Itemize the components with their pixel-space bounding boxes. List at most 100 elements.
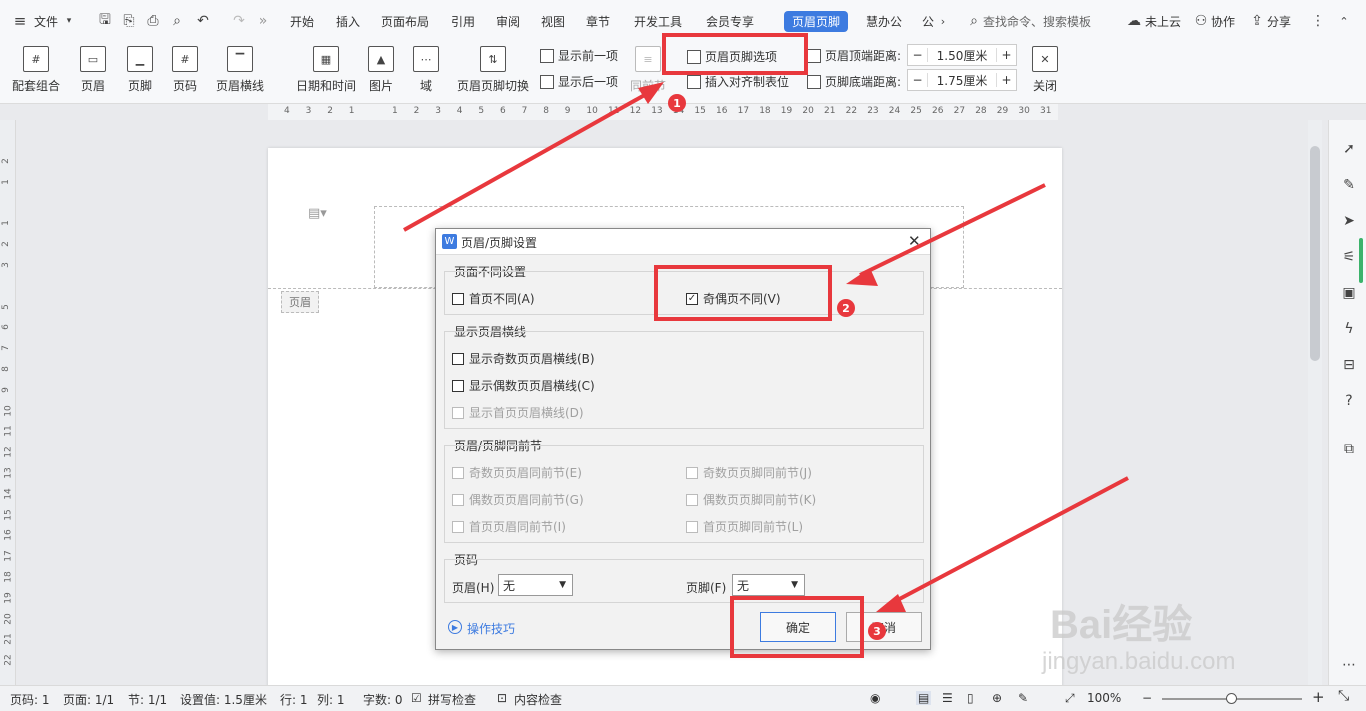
tips-link[interactable]: 操作技巧 [467, 620, 515, 637]
tab-more[interactable]: 公 [922, 13, 934, 30]
tab-review[interactable]: 审阅 [496, 13, 520, 30]
minus-icon[interactable]: − [908, 73, 928, 87]
tab-member[interactable]: 会员专享 [706, 13, 754, 30]
doc-options-icon[interactable]: ▤▾ [308, 206, 327, 221]
show-first-line-checkbox[interactable]: 显示首页页眉横线(D) [452, 404, 584, 421]
more-options-icon[interactable]: ⋮ [1310, 12, 1326, 30]
lightning-icon[interactable]: ϟ [1340, 320, 1358, 338]
tab-view[interactable]: 视图 [541, 13, 565, 30]
first-header-same-checkbox[interactable]: 首页页眉同前节(I) [452, 518, 566, 535]
tab-start[interactable]: 开始 [290, 13, 314, 30]
zoom-out-icon[interactable]: − [1142, 691, 1152, 705]
print-icon[interactable]: ⎙ [144, 12, 162, 30]
tab-huibangong[interactable]: 慧办公 [866, 13, 902, 30]
show-odd-line-checkbox[interactable]: 显示奇数页页眉横线(B) [452, 350, 595, 367]
show-prev-button[interactable]: 显示前一项 [540, 47, 618, 64]
hamburger-icon[interactable]: ≡ [12, 12, 28, 30]
close-hf-button[interactable]: ✕ 关闭 [1032, 46, 1058, 94]
outline-view-icon[interactable]: ☰ [942, 691, 953, 705]
close-icon[interactable]: ✕ [908, 232, 921, 250]
insert-tab-button[interactable]: 插入对齐制表位 [687, 73, 789, 90]
collapse-icon[interactable]: ⌃ [1336, 12, 1352, 30]
rocket-icon[interactable]: ➚ [1340, 140, 1358, 158]
minus-icon[interactable]: − [908, 48, 928, 62]
status-pagecode[interactable]: 页码: 1 [10, 691, 50, 708]
spell-check-button[interactable]: 拼写检查 [428, 691, 476, 708]
play-icon[interactable]: ▶ [448, 620, 462, 634]
status-setting[interactable]: 设置值: 1.5厘米 [180, 691, 267, 708]
book-icon[interactable]: ⊟ [1340, 356, 1358, 374]
page-view-icon[interactable]: ▤ [916, 691, 932, 705]
zoom-level[interactable]: 100% [1087, 691, 1121, 705]
web-view-icon[interactable]: ⊕ [992, 691, 1002, 705]
pen-icon[interactable]: ✎ [1340, 176, 1358, 194]
plus-icon[interactable]: + [996, 48, 1016, 62]
checkbox-box[interactable] [452, 406, 464, 419]
even-header-same-checkbox[interactable]: 偶数页页眉同前节(G) [452, 491, 584, 508]
show-next-button[interactable]: 显示后一项 [540, 73, 618, 90]
footer-pagenum-select[interactable]: 无 ▼ [732, 574, 805, 596]
checkbox-box[interactable] [452, 352, 464, 365]
first-footer-same-checkbox[interactable]: 首页页脚同前节(L) [686, 518, 803, 535]
zoom-slider[interactable] [1162, 693, 1302, 704]
share-button[interactable]: 分享 [1267, 13, 1291, 30]
scrollbar-thumb[interactable] [1310, 146, 1320, 361]
checkbox-box[interactable] [686, 520, 698, 533]
file-menu[interactable]: 文件 [34, 13, 58, 30]
checkbox-box[interactable] [452, 292, 464, 305]
status-section[interactable]: 节: 1/1 [128, 691, 167, 708]
undo-icon[interactable]: ↶ [194, 12, 212, 30]
eye-icon[interactable]: ◉ [870, 691, 880, 705]
tab-layout[interactable]: 页面布局 [381, 13, 429, 30]
header-button[interactable]: ▭ 页眉 [80, 46, 106, 94]
checkbox-box[interactable] [452, 493, 464, 506]
datetime-button[interactable]: ▦ 日期和时间 [296, 46, 356, 94]
checkbox-box[interactable] [686, 466, 698, 479]
write-icon[interactable]: ✎ [1018, 691, 1028, 705]
switch-button[interactable]: ⇅ 页眉页脚切换 [457, 46, 529, 94]
zoom-in-icon[interactable]: + [1312, 688, 1325, 706]
redo-icon[interactable]: ↷ [230, 12, 248, 30]
even-footer-same-checkbox[interactable]: 偶数页页脚同前节(K) [686, 491, 816, 508]
bottom-distance-stepper[interactable]: − 1.75厘米 + [907, 69, 1017, 91]
cursor-icon[interactable]: ➤ [1340, 212, 1358, 230]
print-preview-icon[interactable]: ⌕ [168, 12, 186, 30]
chevron-right-icon[interactable]: › [936, 12, 950, 30]
first-page-diff-checkbox[interactable]: 首页不同(A) [452, 290, 535, 307]
checkbox-box[interactable] [686, 493, 698, 506]
pagenum-button[interactable]: # 页码 [172, 46, 198, 94]
combo-button[interactable]: # 配套组合 [12, 46, 60, 94]
hline-button[interactable]: ▔ 页眉横线 [216, 46, 264, 94]
tab-reference[interactable]: 引用 [451, 13, 475, 30]
status-page[interactable]: 页面: 1/1 [63, 691, 114, 708]
footer-button[interactable]: ▁ 页脚 [127, 46, 153, 94]
show-even-line-checkbox[interactable]: 显示偶数页页眉横线(C) [452, 377, 595, 394]
content-check-button[interactable]: 内容检查 [514, 691, 562, 708]
reading-view-icon[interactable]: ▯ [967, 691, 974, 705]
top-distance-value[interactable]: 1.50厘米 [928, 47, 996, 64]
cloud-status[interactable]: 未上云 [1145, 13, 1181, 30]
search-input[interactable]: 查找命令、搜索模板 [983, 13, 1091, 30]
checkbox-box[interactable] [452, 379, 464, 392]
zoom-slider-thumb[interactable] [1226, 693, 1237, 704]
picture-button[interactable]: ▲ 图片 [368, 46, 394, 94]
odd-footer-same-checkbox[interactable]: 奇数页页脚同前节(J) [686, 464, 812, 481]
tab-developer[interactable]: 开发工具 [634, 13, 682, 30]
fullscreen-icon[interactable]: ⤡ [1338, 688, 1349, 704]
header-pagenum-select[interactable]: 无 ▼ [498, 574, 573, 596]
scroll-indicator[interactable] [1359, 238, 1363, 283]
tab-insert[interactable]: 插入 [336, 13, 360, 30]
tab-header-footer[interactable]: 页眉页脚 [784, 11, 849, 32]
tab-chapter[interactable]: 章节 [586, 13, 610, 30]
image-edit-icon[interactable]: ▣ [1340, 284, 1358, 302]
collab-button[interactable]: 协作 [1211, 13, 1235, 30]
help-icon[interactable]: ? [1340, 392, 1358, 410]
export-icon[interactable]: ⎘ [120, 12, 138, 30]
status-words[interactable]: 字数: 0 [363, 691, 403, 708]
checkbox-box[interactable] [452, 466, 464, 479]
more-icon[interactable]: » [256, 12, 270, 30]
content-check-icon[interactable]: ⊡ [497, 691, 507, 705]
bottom-distance-value[interactable]: 1.75厘米 [928, 72, 996, 89]
translate-icon[interactable]: ⧉ [1340, 440, 1358, 458]
spell-check-icon[interactable]: ☑ [411, 691, 422, 705]
